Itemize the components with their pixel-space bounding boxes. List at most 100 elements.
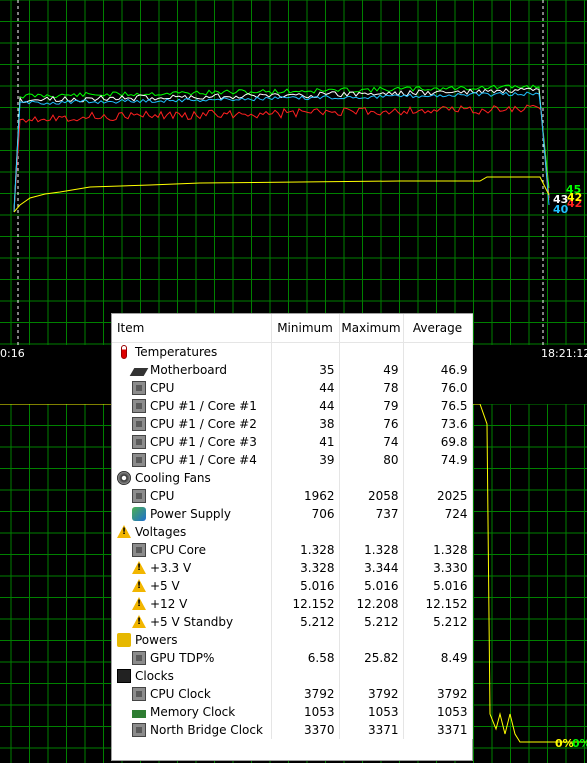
cpu-chip-icon	[132, 417, 146, 431]
sensor-statistics-panel: Item Minimum Maximum Average Temperature…	[111, 313, 473, 761]
value-max: 80	[339, 451, 404, 469]
sensor-row[interactable]: CPU #1 / Core #1 44 79 76.5	[112, 397, 473, 415]
value-avg: 69.8	[403, 433, 473, 451]
sensor-row[interactable]: CPU Core 1.328 1.328 1.328	[112, 541, 473, 559]
value-min	[271, 523, 340, 541]
item-label: Cooling Fans	[135, 471, 211, 485]
category-row[interactable]: Powers	[112, 631, 473, 649]
item-cell-content: CPU #1 / Core #1	[112, 399, 270, 413]
warning-mark: !	[122, 527, 127, 537]
item-label: Temperatures	[135, 345, 218, 359]
value-min: 44	[271, 379, 340, 397]
value-max: 3.344	[339, 559, 404, 577]
item-cell: CPU #1 / Core #1	[112, 397, 272, 415]
column-header-minimum[interactable]: Minimum	[271, 314, 340, 343]
value-min: 5.016	[271, 577, 340, 595]
sensor-row[interactable]: Memory Clock 1053 1053 1053	[112, 703, 473, 721]
item-cell: CPU	[112, 379, 272, 397]
item-cell: CPU Core	[112, 541, 272, 559]
column-header-item[interactable]: Item	[112, 314, 272, 343]
item-cell-content: ! +5 V	[112, 579, 270, 593]
value-max: 3792	[339, 685, 404, 703]
item-cell-content: Power Supply	[112, 507, 270, 521]
category-row[interactable]: Cooling Fans	[112, 469, 473, 487]
item-label: CPU	[150, 489, 175, 503]
value-avg: 2025	[403, 487, 473, 505]
sensor-row[interactable]: CPU Clock 3792 3792 3792	[112, 685, 473, 703]
sensor-row[interactable]: CPU #1 / Core #2 38 76 73.6	[112, 415, 473, 433]
graph-time-start: 0:16	[0, 347, 25, 360]
sensor-row[interactable]: ! +12 V 12.152 12.208 12.152	[112, 595, 473, 613]
warning-icon: !	[132, 579, 146, 593]
value-avg	[403, 469, 473, 487]
value-max	[339, 469, 404, 487]
sensor-row[interactable]: ! +5 V Standby 5.212 5.212 5.212	[112, 613, 473, 631]
value-min	[271, 342, 340, 361]
cpu-temperature-line	[13, 84, 550, 211]
value-avg: 1053	[403, 703, 473, 721]
value-avg: 3792	[403, 685, 473, 703]
item-label: Voltages	[135, 525, 187, 539]
table-header: Item Minimum Maximum Average	[112, 314, 473, 343]
category-row[interactable]: ! Voltages	[112, 523, 473, 541]
item-cell: GPU TDP%	[112, 649, 272, 667]
fan-icon	[117, 471, 131, 485]
value-max: 737	[339, 505, 404, 523]
cpu-chip-icon	[132, 381, 146, 395]
cpu-chip-icon	[132, 543, 146, 557]
item-cell: ! +5 V	[112, 577, 272, 595]
value-min: 1053	[271, 703, 340, 721]
value-avg	[403, 667, 473, 685]
warning-mark: !	[137, 581, 142, 591]
item-cell: North Bridge Clock	[112, 721, 272, 739]
value-min: 41	[271, 433, 340, 451]
motherboard-icon	[129, 367, 149, 376]
value-max: 79	[339, 397, 404, 415]
item-label: +5 V	[150, 579, 180, 593]
sensor-row[interactable]: CPU #1 / Core #3 41 74 69.8	[112, 433, 473, 451]
item-label: CPU Core	[150, 543, 206, 557]
item-cell-content: CPU #1 / Core #2	[112, 417, 270, 431]
column-header-average[interactable]: Average	[403, 314, 473, 343]
column-header-maximum[interactable]: Maximum	[339, 314, 404, 343]
value-min: 39	[271, 451, 340, 469]
item-cell-content: Powers	[112, 633, 270, 647]
sensor-row[interactable]: North Bridge Clock 3370 3371 3371	[112, 721, 473, 739]
item-cell-content: CPU #1 / Core #3	[112, 435, 270, 449]
item-cell-content: Clocks	[112, 669, 270, 683]
sensor-row[interactable]: Power Supply 706 737 724	[112, 505, 473, 523]
value-avg	[403, 342, 473, 361]
warning-icon: !	[132, 615, 146, 629]
item-cell-content: CPU Clock	[112, 687, 270, 701]
item-label: North Bridge Clock	[150, 723, 263, 737]
sensor-row[interactable]: ! +5 V 5.016 5.016 5.016	[112, 577, 473, 595]
item-cell: Cooling Fans	[112, 469, 272, 487]
value-min: 706	[271, 505, 340, 523]
item-label: Clocks	[135, 669, 174, 683]
sensor-row[interactable]: CPU #1 / Core #4 39 80 74.9	[112, 451, 473, 469]
power-supply-icon	[132, 507, 146, 521]
item-label: Memory Clock	[150, 705, 236, 719]
power-plug-icon	[117, 633, 131, 647]
core2-temperature-line	[13, 104, 550, 213]
sensor-row[interactable]: CPU 44 78 76.0	[112, 379, 473, 397]
memory-icon	[132, 709, 146, 718]
sensor-row[interactable]: CPU 1962 2058 2025	[112, 487, 473, 505]
load-readout-a: 0%	[555, 737, 574, 750]
category-row[interactable]: Clocks	[112, 667, 473, 685]
sensor-row[interactable]: GPU TDP% 6.58 25.82 8.49	[112, 649, 473, 667]
item-cell-content: Temperatures	[112, 345, 270, 359]
value-max	[339, 667, 404, 685]
sensor-row[interactable]: Motherboard 35 49 46.9	[112, 361, 473, 379]
cpu-chip-icon	[132, 489, 146, 503]
item-label: +3.3 V	[150, 561, 192, 575]
value-max: 78	[339, 379, 404, 397]
value-min: 5.212	[271, 613, 340, 631]
value-avg: 5.212	[403, 613, 473, 631]
value-min: 1.328	[271, 541, 340, 559]
value-avg: 5.016	[403, 577, 473, 595]
warning-mark: !	[137, 617, 142, 627]
warning-mark: !	[137, 563, 142, 573]
category-row[interactable]: Temperatures	[112, 342, 473, 361]
sensor-row[interactable]: ! +3.3 V 3.328 3.344 3.330	[112, 559, 473, 577]
